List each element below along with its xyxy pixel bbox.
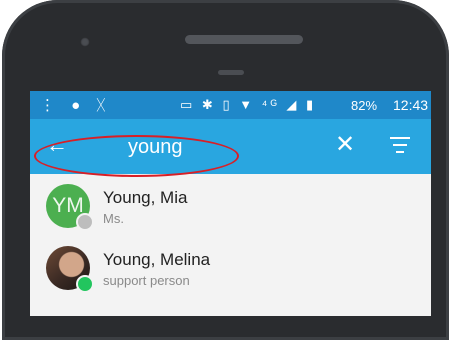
status-clock: 12:43 (393, 97, 429, 113)
contact-list: YM Young, Mia Ms. Young, Melina support … (30, 174, 431, 316)
missed-call-icon: ᚷ (96, 97, 112, 114)
presence-offline-icon (76, 213, 94, 231)
battery-percentage: 82% (351, 98, 378, 113)
wifi-icon: ▼ (239, 97, 256, 112)
status-bar: ⋮ ● ᚷ ▭ ✱ ▯ ▼ ⁴ᴳ ◢ ▮ 82% 12:43 (30, 91, 431, 119)
clear-search-icon[interactable]: ✕ (330, 130, 360, 160)
avatar (46, 246, 94, 293)
contact-subtitle: support person (103, 273, 190, 288)
app-screen: ⋮ ● ᚷ ▭ ✱ ▯ ▼ ⁴ᴳ ◢ ▮ 82% 12:43 ← ✕ (30, 91, 431, 316)
signal-icon: ◢ (286, 97, 300, 112)
status-right-icons: ▭ ✱ ▯ ▼ ⁴ᴳ ◢ ▮ (180, 97, 316, 113)
back-arrow-icon[interactable]: ← (40, 130, 74, 160)
lte-icon: ⁴ᴳ (261, 97, 280, 112)
search-input[interactable] (126, 133, 280, 161)
filter-icon[interactable] (385, 132, 415, 160)
android-icon: ● (71, 97, 87, 114)
search-toolbar: ← ✕ (30, 119, 431, 174)
status-left-icons: ⋮ ● ᚷ (40, 96, 111, 114)
bluetooth-icon: ✱ (201, 97, 216, 112)
proximity-sensor (218, 70, 244, 75)
contact-row-young-mia[interactable]: YM Young, Mia Ms. (30, 174, 431, 236)
contact-row-young-melina[interactable]: Young, Melina support person (30, 236, 431, 298)
presence-online-icon (76, 275, 94, 293)
contact-name: Young, Mia (103, 188, 188, 207)
phone-frame-container: ⋮ ● ᚷ ▭ ✱ ▯ ▼ ⁴ᴳ ◢ ▮ 82% 12:43 ← ✕ (0, 0, 451, 340)
contact-subtitle: Ms. (103, 211, 124, 226)
earpiece-speaker (185, 35, 303, 44)
cast-icon: ▭ (180, 97, 196, 112)
avatar: YM (46, 184, 94, 231)
notification-icon: ⋮ (40, 97, 61, 114)
front-camera (80, 37, 90, 47)
vibrate-icon: ▯ (222, 97, 233, 112)
contact-name: Young, Melina (103, 250, 211, 269)
battery-icon: ▮ (306, 97, 317, 112)
